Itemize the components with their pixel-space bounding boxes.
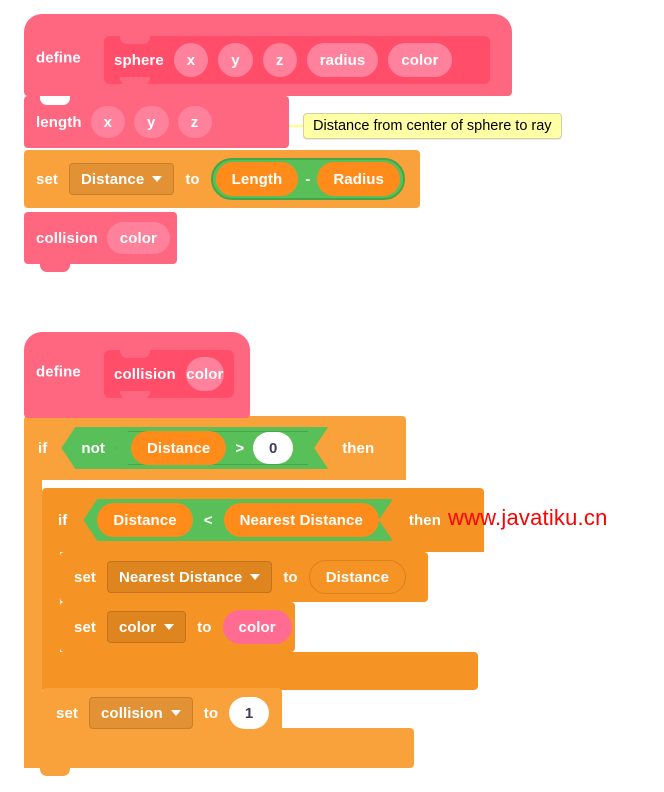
length-arg-x-label: x [103,113,113,131]
if-inner-block-header[interactable]: if Distance < Nearest Distance then [42,488,484,552]
minus-symbol-label: - [305,170,311,188]
collision-variable-label: collision [100,704,163,722]
length-reporter[interactable]: Length [215,162,299,196]
collision-arg-color[interactable]: color [106,222,170,254]
collision-name-label: collision [36,229,98,247]
then-outer-label: then [342,439,375,457]
bottom-notch [40,263,70,272]
if-inner-bottom-arm [42,652,478,690]
distance-value-reporter-label: Distance [325,568,390,586]
nearest-distance-variable-label: Nearest Distance [118,568,243,586]
collision-proc-name-label: collision [114,365,176,383]
distance-value-reporter[interactable]: Distance [308,560,407,594]
collision-param-color[interactable]: color [185,357,224,391]
chevron-down-icon [250,574,261,580]
greater-than-operator-block[interactable]: Distance > 0 [116,431,308,465]
distance-reporter-outer[interactable]: Distance [131,431,226,465]
set-nearest-keyword-label: set [74,568,96,586]
if-inner-left-spine [42,552,60,652]
param-radius[interactable]: radius [306,43,379,77]
define-sphere-hat-block[interactable]: define sphere x y z radius color [24,14,512,96]
param-x-label: x [186,51,196,69]
param-x[interactable]: x [173,43,209,77]
then-inner-label: then [408,511,441,529]
set-color-block[interactable]: set color to color [60,602,295,652]
collision-value-input[interactable]: 1 [229,697,270,729]
set-collision-block[interactable]: set collision to 1 [42,688,282,738]
distance-reporter-inner-label: Distance [113,511,177,529]
param-z-label: z [275,51,284,69]
define-collision-keyword-label: define [36,363,81,381]
chevron-down-icon [152,176,163,182]
color-variable-dropdown[interactable]: color [106,611,187,643]
distance-variable-label: Distance [80,170,145,188]
param-radius-label: radius [319,51,366,69]
collision-value-label: 1 [244,704,254,722]
to-keyword-label: to [185,170,200,188]
watermark-text: www.javatiku.cn [448,505,608,530]
set-collision-keyword-label: set [56,704,78,722]
subtract-operator-block[interactable]: Length - Radius [210,158,405,200]
color-variable-label: color [118,618,157,636]
less-than-operator-block[interactable]: Distance < Nearest Distance [83,499,393,541]
length-arg-y-label: y [147,113,156,131]
blocks-workspace[interactable]: define sphere x y z radius color length … [0,0,664,792]
chevron-down-icon [164,624,175,630]
site-watermark: www.javatiku.cn [448,505,608,531]
to-nearest-keyword-label: to [283,568,298,586]
color-arg-reporter-label: color [238,618,276,636]
distance-variable-dropdown[interactable]: Distance [68,163,175,195]
length-arg-z-label: z [190,113,199,131]
define-keyword-label: define [36,49,81,67]
length-arg-z[interactable]: z [177,106,212,138]
length-arg-y[interactable]: y [134,106,169,138]
nearest-distance-variable-dropdown[interactable]: Nearest Distance [106,561,273,593]
distance-reporter-outer-label: Distance [147,439,211,457]
proc-name-label: sphere [114,51,164,69]
param-color[interactable]: color [388,43,452,77]
comment-text: Distance from center of sphere to ray [313,118,552,134]
set-color-keyword-label: set [74,618,96,636]
to-color-keyword-label: to [197,618,212,636]
param-y-label: y [231,51,240,69]
if-outer-bottom-notch [40,767,70,776]
collision-variable-dropdown[interactable]: collision [88,697,193,729]
set-keyword-label: set [36,170,58,188]
distance-reporter-inner[interactable]: Distance [97,503,192,537]
if-outer-left-spine [24,480,42,728]
length-arg-x[interactable]: x [90,106,126,138]
sphere-prototype[interactable]: sphere x y z radius color [104,36,490,85]
param-z[interactable]: z [262,43,297,77]
greater-than-value-label: 0 [268,439,278,457]
not-label: not [81,439,105,457]
set-nearest-distance-block[interactable]: set Nearest Distance to Distance [60,552,428,602]
less-than-symbol-label: < [203,511,213,529]
radius-reporter[interactable]: Radius [317,162,400,196]
not-operator-block[interactable]: not Distance > 0 [61,427,328,469]
call-collision-block[interactable]: collision color [24,212,177,272]
if-outer-block-header[interactable]: if not Distance > 0 then [24,416,406,480]
param-color-label: color [401,51,439,69]
color-arg-reporter[interactable]: color [222,610,292,644]
set-distance-block[interactable]: set Distance to Length - Radius [24,150,420,208]
if-inner-label: if [58,511,68,529]
if-outer-label: if [38,439,48,457]
length-reporter-label: Length [231,170,283,188]
collision-param-color-label: color [186,365,224,383]
chevron-down-icon [170,710,181,716]
define-collision-hat-block[interactable]: define collision color [24,332,250,418]
collision-arg-color-label: color [119,229,157,247]
greater-than-symbol-label: > [235,439,245,457]
call-length-block[interactable]: length x y z [24,96,289,148]
nearest-distance-reporter[interactable]: Nearest Distance [224,503,379,537]
nearest-distance-reporter-label: Nearest Distance [239,511,363,529]
comment-balloon[interactable]: Distance from center of sphere to ray [303,113,562,139]
param-y[interactable]: y [218,43,253,77]
greater-than-value-input[interactable]: 0 [253,432,293,464]
to-collision-keyword-label: to [203,704,219,722]
comment-connector [289,125,303,127]
collision-prototype[interactable]: collision color [104,350,234,399]
length-name-label: length [36,113,82,131]
radius-reporter-label: Radius [333,170,384,188]
